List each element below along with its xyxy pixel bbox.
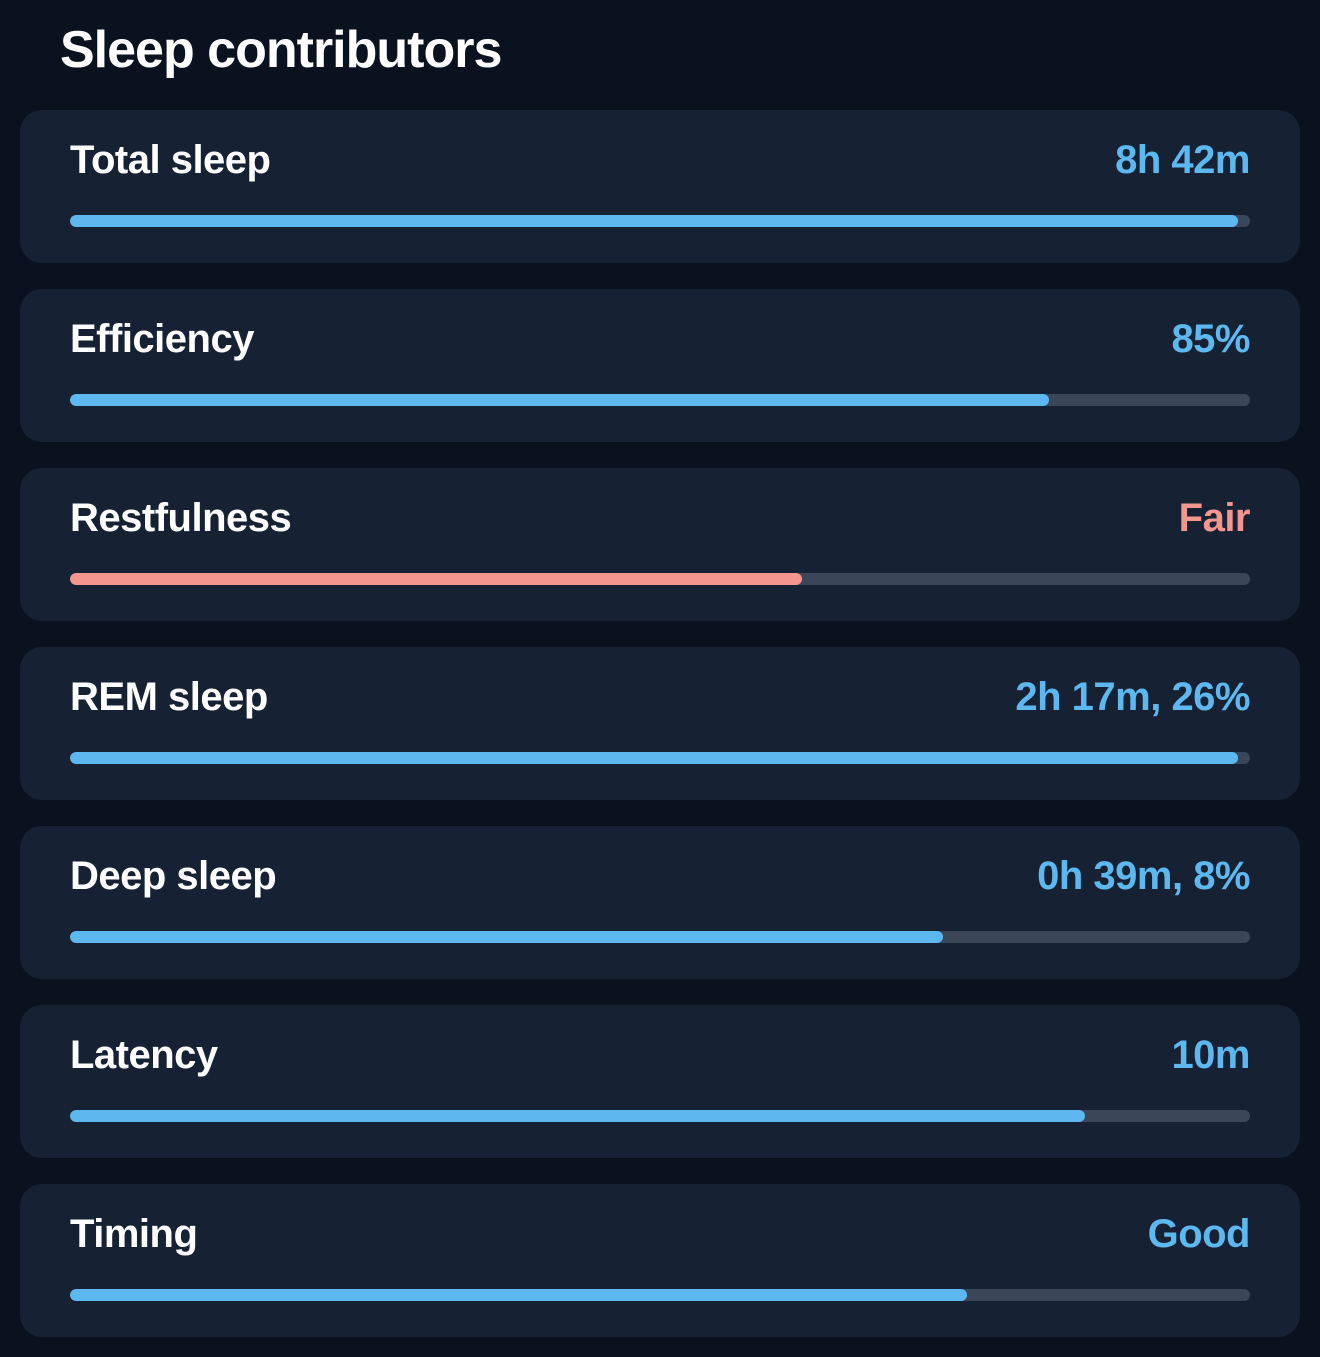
card-header: Deep sleep 0h 39m, 8% (70, 854, 1250, 899)
progress-bar (70, 1110, 1250, 1122)
card-header: Timing Good (70, 1212, 1250, 1257)
progress-bar (70, 215, 1250, 227)
card-value: 10m (1171, 1033, 1250, 1078)
progress-fill (70, 394, 1049, 406)
card-efficiency[interactable]: Efficiency 85% (20, 289, 1300, 442)
progress-bar (70, 1289, 1250, 1301)
progress-fill (70, 1289, 967, 1301)
card-header: Total sleep 8h 42m (70, 138, 1250, 183)
card-header: Efficiency 85% (70, 317, 1250, 362)
card-value: Good (1148, 1212, 1250, 1257)
contributors-list: Total sleep 8h 42m Efficiency 85% Restfu… (20, 110, 1300, 1337)
card-value: 2h 17m, 26% (1015, 675, 1250, 720)
card-restfulness[interactable]: Restfulness Fair (20, 468, 1300, 621)
card-label: Restfulness (70, 496, 291, 541)
page-title: Sleep contributors (60, 20, 1300, 80)
card-label: Latency (70, 1033, 218, 1078)
card-header: Restfulness Fair (70, 496, 1250, 541)
progress-bar (70, 573, 1250, 585)
card-label: Deep sleep (70, 854, 276, 899)
card-value: 0h 39m, 8% (1037, 854, 1250, 899)
card-rem-sleep[interactable]: REM sleep 2h 17m, 26% (20, 647, 1300, 800)
progress-fill (70, 752, 1238, 764)
card-timing[interactable]: Timing Good (20, 1184, 1300, 1337)
progress-bar (70, 752, 1250, 764)
progress-bar (70, 931, 1250, 943)
card-header: Latency 10m (70, 1033, 1250, 1078)
card-header: REM sleep 2h 17m, 26% (70, 675, 1250, 720)
card-value: 8h 42m (1115, 138, 1250, 183)
progress-fill (70, 931, 943, 943)
progress-fill (70, 573, 802, 585)
progress-fill (70, 1110, 1085, 1122)
card-label: REM sleep (70, 675, 268, 720)
card-label: Total sleep (70, 138, 270, 183)
card-deep-sleep[interactable]: Deep sleep 0h 39m, 8% (20, 826, 1300, 979)
card-label: Efficiency (70, 317, 254, 362)
card-latency[interactable]: Latency 10m (20, 1005, 1300, 1158)
progress-fill (70, 215, 1238, 227)
progress-bar (70, 394, 1250, 406)
card-label: Timing (70, 1212, 197, 1257)
card-value: Fair (1179, 496, 1250, 541)
card-total-sleep[interactable]: Total sleep 8h 42m (20, 110, 1300, 263)
card-value: 85% (1171, 317, 1250, 362)
